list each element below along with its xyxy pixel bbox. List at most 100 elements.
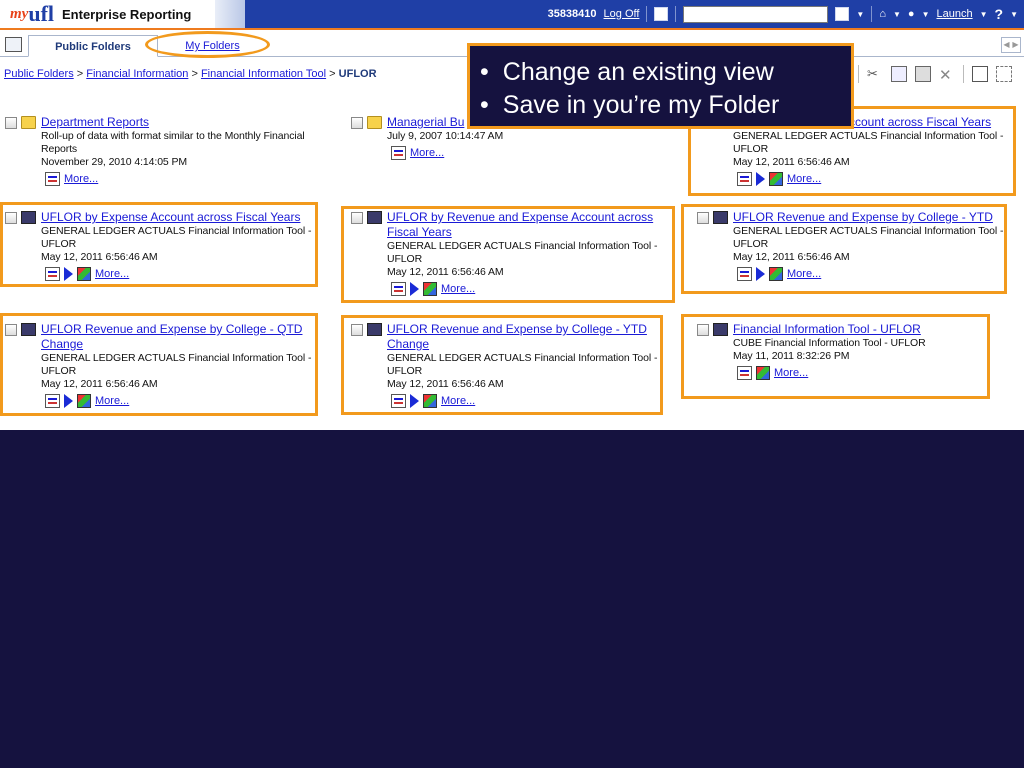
breadcrumb-public-folders[interactable]: Public Folders (4, 68, 74, 80)
analysis-studio-icon[interactable] (77, 267, 91, 281)
folder-icon (367, 116, 382, 129)
entry-description: GENERAL LEDGER ACTUALS Financial Informa… (41, 352, 312, 377)
select-checkbox[interactable] (351, 117, 363, 129)
breadcrumb: Public Folders > Financial Information >… (4, 68, 377, 80)
scroll-right-icon[interactable]: ▶ (1011, 38, 1020, 52)
launch-menu[interactable]: Launch (937, 8, 973, 20)
more-link[interactable]: More... (774, 367, 808, 379)
entry-date: May 12, 2011 6:56:46 AM (733, 251, 850, 263)
run-icon[interactable] (756, 172, 765, 186)
entry-title-link[interactable]: UFLOR Revenue and Expense by College - Y… (733, 210, 1005, 225)
more-link[interactable]: More... (95, 268, 129, 280)
run-icon[interactable] (410, 282, 419, 296)
entry-body: UFLOR by Expense Account across Fiscal Y… (41, 210, 313, 281)
chevron-down-icon[interactable]: ▼ (1010, 10, 1018, 19)
entry-title-link[interactable]: ccount across Fiscal Years (849, 115, 1005, 130)
analysis-studio-icon[interactable] (77, 394, 91, 408)
analysis-studio-icon[interactable] (756, 366, 770, 380)
entry-actions: More... (45, 394, 313, 408)
run-icon[interactable] (64, 267, 73, 281)
entry-date: May 12, 2011 6:56:46 AM (387, 266, 504, 278)
tab-scroll-controls[interactable]: ◀ ▶ (1001, 37, 1021, 53)
select-checkbox[interactable] (5, 324, 17, 336)
run-icon[interactable] (410, 394, 419, 408)
entry-title-link[interactable]: UFLOR Revenue and Expense by College - Y… (387, 322, 659, 352)
properties-icon[interactable] (45, 172, 60, 186)
select-checkbox[interactable] (351, 212, 363, 224)
run-icon[interactable] (756, 267, 765, 281)
entry-actions: More... (391, 282, 659, 296)
entry-title-link[interactable]: Department Reports (41, 115, 313, 130)
entry-title-link[interactable]: UFLOR by Expense Account across Fiscal Y… (41, 210, 313, 225)
chevron-down-icon[interactable]: ▼ (980, 10, 988, 19)
analysis-studio-icon[interactable] (769, 172, 783, 186)
properties-icon[interactable] (737, 172, 752, 186)
search-options-icon[interactable] (835, 7, 850, 21)
search-input[interactable] (683, 5, 829, 23)
cut-icon[interactable]: ✂ (867, 66, 883, 82)
entry-description: GENERAL LEDGER ACTUALS Financial Informa… (387, 352, 658, 377)
more-link[interactable]: More... (95, 395, 129, 407)
report-view-icon (713, 211, 728, 224)
top-right-controls: 35838410 Log Off ▼ ⌂ ▼ ● ▼ Launch ▼ ? ▼ (548, 0, 1018, 28)
select-checkbox[interactable] (5, 212, 17, 224)
scroll-left-icon[interactable]: ◀ (1002, 38, 1011, 52)
properties-icon[interactable] (391, 282, 406, 296)
select-checkbox[interactable] (351, 324, 363, 336)
brand-area: my ufl Enterprise Reporting (0, 0, 215, 28)
chevron-down-icon[interactable]: ▼ (893, 10, 901, 19)
breadcrumb-separator: > (191, 68, 198, 80)
breadcrumb-separator: > (329, 68, 336, 80)
entry-date: November 29, 2010 4:14:05 PM (41, 156, 188, 168)
more-link[interactable]: More... (410, 147, 444, 159)
breadcrumb-financial-information-tool[interactable]: Financial Information Tool (201, 68, 326, 80)
folder-view-icon[interactable] (5, 37, 22, 52)
logo-ufl: ufl (28, 1, 55, 26)
copy-icon[interactable] (891, 66, 907, 82)
home-icon[interactable]: ⌂ (879, 8, 886, 20)
entry-date: May 12, 2011 6:56:46 AM (387, 378, 504, 390)
properties-icon[interactable] (737, 267, 752, 281)
analysis-studio-icon[interactable] (769, 267, 783, 281)
more-link[interactable]: More... (787, 268, 821, 280)
chevron-down-icon[interactable]: ▼ (856, 10, 864, 19)
analysis-studio-icon[interactable] (423, 282, 437, 296)
more-link[interactable]: More... (441, 395, 475, 407)
analysis-studio-icon[interactable] (423, 394, 437, 408)
entry-description: GENERAL LEDGER ACTUALS Financial Informa… (387, 240, 658, 265)
report-view-icon (21, 211, 36, 224)
paste-icon[interactable] (915, 66, 931, 82)
breadcrumb-separator: > (76, 68, 84, 80)
more-link[interactable]: More... (441, 283, 475, 295)
user-icon[interactable]: ● (908, 8, 915, 20)
entry-actions: More... (391, 146, 659, 160)
page-icon[interactable] (654, 7, 669, 21)
entry-title-link[interactable]: UFLOR by Revenue and Expense Account acr… (387, 210, 659, 240)
properties-icon[interactable] (737, 366, 752, 380)
select-checkbox[interactable] (5, 117, 17, 129)
properties-icon[interactable] (45, 394, 60, 408)
properties-icon[interactable] (391, 394, 406, 408)
help-icon[interactable]: ? (995, 6, 1004, 22)
order-icon[interactable] (996, 66, 1012, 82)
properties-icon[interactable] (391, 146, 406, 160)
delete-icon[interactable]: ✕ (939, 66, 955, 84)
more-link[interactable]: More... (787, 173, 821, 185)
entry-body: UFLOR Revenue and Expense by College - Y… (387, 322, 659, 408)
entry-title-link[interactable]: UFLOR Revenue and Expense by College - Q… (41, 322, 313, 352)
select-checkbox[interactable] (697, 324, 709, 336)
properties-icon[interactable] (972, 66, 988, 82)
logoff-link[interactable]: Log Off (604, 8, 640, 20)
callout-bullets: Change an existing view Save in you’re m… (480, 56, 851, 122)
divider (871, 6, 873, 22)
entry-title-link[interactable]: Financial Information Tool - UFLOR (733, 322, 1005, 337)
chevron-down-icon[interactable]: ▼ (922, 10, 930, 19)
properties-icon[interactable] (45, 267, 60, 281)
tab-public-folders[interactable]: Public Folders (28, 35, 158, 57)
more-link[interactable]: More... (64, 173, 98, 185)
breadcrumb-financial-information[interactable]: Financial Information (86, 68, 188, 80)
run-icon[interactable] (64, 394, 73, 408)
divider (646, 6, 648, 22)
entry-actions: More... (45, 172, 313, 186)
select-checkbox[interactable] (697, 212, 709, 224)
